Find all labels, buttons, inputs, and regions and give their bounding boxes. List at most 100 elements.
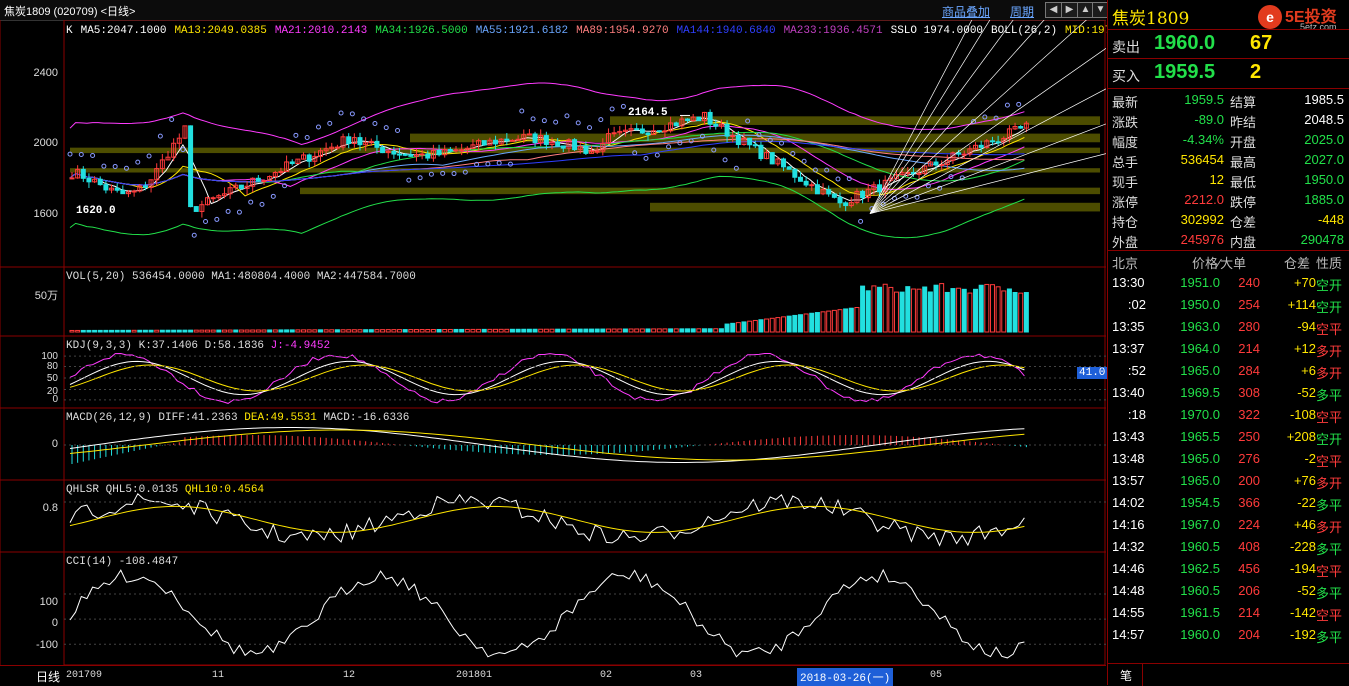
- volume-bar: [86, 329, 92, 333]
- sar-dot: [315, 124, 321, 130]
- sar-dot: [406, 177, 412, 183]
- low-annotation: 1620.0: [76, 205, 116, 217]
- volume-bar: [114, 329, 120, 333]
- tick-row[interactable]: 13:40 1969.5 308 -52 多平: [1108, 382, 1349, 404]
- tick-row[interactable]: 14:02 1954.5 366 -22 多平: [1108, 492, 1349, 514]
- quote-stat-row: 外盘 245976 内盘 290478: [1108, 230, 1349, 250]
- volume-bar: [312, 329, 318, 333]
- tick-row[interactable]: 13:37 1964.0 214 +12 多开: [1108, 338, 1349, 360]
- tick-time: 14:46: [1112, 561, 1145, 576]
- chart-area[interactable]: K MA5:2047.1000 MA13:2049.0385 MA21:2010.21…: [0, 20, 1118, 665]
- ma-legend-item: MA55:1921.6182: [475, 25, 569, 37]
- candle-body: [261, 180, 267, 183]
- candle-body: [289, 161, 295, 165]
- support-band: [300, 187, 1100, 195]
- stat-value: -4.34%: [1182, 132, 1224, 147]
- tick-row[interactable]: 14:48 1960.5 206 -52 多平: [1108, 580, 1349, 602]
- nav-right-button[interactable]: ▶: [1061, 2, 1078, 18]
- tick-time: 13:40: [1112, 385, 1145, 400]
- candle-body: [995, 141, 1001, 144]
- tick-row[interactable]: :52 1965.0 284 +6 多开: [1108, 360, 1349, 382]
- tick-list[interactable]: 13:30 1951.0 240 +70 空开:02 1950.0 254 +114 空开 13:…: [1108, 272, 1349, 652]
- period-label[interactable]: 日线: [36, 668, 60, 685]
- volume-bar: [442, 328, 448, 333]
- volume-bar: [860, 285, 866, 333]
- volume-bar: [103, 329, 109, 333]
- tick-volume: 322: [1238, 407, 1260, 422]
- tick-time: 13:37: [1112, 341, 1145, 356]
- candle-body: [188, 125, 194, 208]
- tick-oi-change: +208: [1286, 429, 1316, 444]
- volume-bar: [611, 328, 617, 333]
- tick-nature: 多开: [1316, 366, 1343, 381]
- overlay-commodity-link[interactable]: 商品叠加: [942, 3, 990, 20]
- candle-body: [696, 116, 702, 122]
- volume-bar: [125, 329, 131, 333]
- stat-label: 内盘: [1230, 235, 1257, 250]
- stat-label: 最新: [1112, 95, 1139, 110]
- tick-row[interactable]: 14:16 1967.0 224 +46 多开: [1108, 514, 1349, 536]
- volume-bar: [696, 328, 702, 333]
- tick-nature: 空开: [1316, 278, 1343, 293]
- volume-bar: [668, 328, 674, 333]
- sar-dot: [417, 175, 423, 181]
- bid-label: 买入: [1112, 68, 1140, 84]
- tick-row[interactable]: 13:35 1963.0 280 -94 空平: [1108, 316, 1349, 338]
- volume-bar: [532, 328, 538, 333]
- quote-stat-row: 最新 1959.5 结算 1985.5: [1108, 90, 1349, 110]
- volume-bar: [679, 328, 685, 333]
- stat-label: 现手: [1112, 175, 1139, 190]
- tick-price: 1965.0: [1180, 451, 1220, 466]
- tab-tick[interactable]: 笔: [1120, 667, 1132, 684]
- volume-bar: [374, 329, 380, 333]
- tick-row[interactable]: 13:43 1965.5 250 +208 空开: [1108, 426, 1349, 448]
- candle-body: [724, 123, 730, 137]
- candle-body: [357, 137, 363, 146]
- volume-bar: [397, 329, 403, 333]
- volume-bar: [995, 286, 1001, 333]
- tick-nature: 多平: [1316, 586, 1343, 601]
- tick-nature: 多开: [1316, 476, 1343, 491]
- ma-legend-item: MA13:2049.0385: [174, 25, 267, 37]
- kdj-indicator-label: KDJ(9,3,3) K:37.1406 D:58.1836 J:-4.9452: [66, 340, 330, 352]
- tick-row[interactable]: :02 1950.0 254 +114 空开: [1108, 294, 1349, 316]
- tick-volume: 308: [1238, 385, 1260, 400]
- tick-row[interactable]: 14:32 1960.5 408 -228 多平: [1108, 536, 1349, 558]
- vol-indicator-label: VOL(5,20) 536454.0000 MA1:480804.4000 MA…: [66, 271, 416, 283]
- sar-dot: [225, 208, 231, 214]
- stat-value: 1959.5: [1184, 92, 1224, 107]
- volume-bar: [989, 284, 995, 333]
- x-tick: 12: [343, 670, 356, 681]
- sar-dot: [135, 159, 141, 165]
- candle-body: [419, 153, 425, 156]
- volume-bar: [685, 328, 691, 333]
- tick-row[interactable]: 13:57 1965.0 200 +76 多开: [1108, 470, 1349, 492]
- tick-row[interactable]: :18 1970.0 322 -108 空平: [1108, 404, 1349, 426]
- volume-bar: [165, 329, 171, 333]
- tick-row[interactable]: 13:30 1951.0 240 +70 空开: [1108, 272, 1349, 294]
- tick-row[interactable]: 14:46 1962.5 456 -194 空平: [1108, 558, 1349, 580]
- candle-body: [792, 168, 798, 178]
- volume-bar: [487, 328, 493, 333]
- tick-nature: 空平: [1316, 454, 1343, 469]
- volume-bar: [543, 328, 549, 333]
- volume-bar: [656, 328, 662, 333]
- qhlsr-qhl10: QHL10:0.4564: [184, 484, 265, 496]
- candle-body: [713, 123, 719, 127]
- period-link[interactable]: 周期: [1010, 3, 1034, 20]
- tick-row[interactable]: 13:48 1965.0 276 -2 空平: [1108, 448, 1349, 470]
- volume-bar: [673, 328, 679, 333]
- volume-bar: [306, 329, 312, 333]
- stat-label: 结算: [1230, 95, 1257, 110]
- tick-row[interactable]: 14:55 1961.5 214 -142 空平: [1108, 602, 1349, 624]
- ask-volume: 67: [1250, 32, 1273, 54]
- tick-volume: 200: [1238, 473, 1260, 488]
- tick-volume: 224: [1238, 517, 1260, 532]
- x-tick: 201709: [66, 670, 103, 681]
- nav-left-button[interactable]: ◀: [1045, 2, 1062, 18]
- volume-bar: [594, 328, 600, 333]
- tick-row[interactable]: 14:57 1960.0 204 -192 多平: [1108, 624, 1349, 646]
- tick-nature: 多平: [1316, 542, 1343, 557]
- candle-body: [142, 185, 148, 188]
- sar-dot: [575, 120, 581, 126]
